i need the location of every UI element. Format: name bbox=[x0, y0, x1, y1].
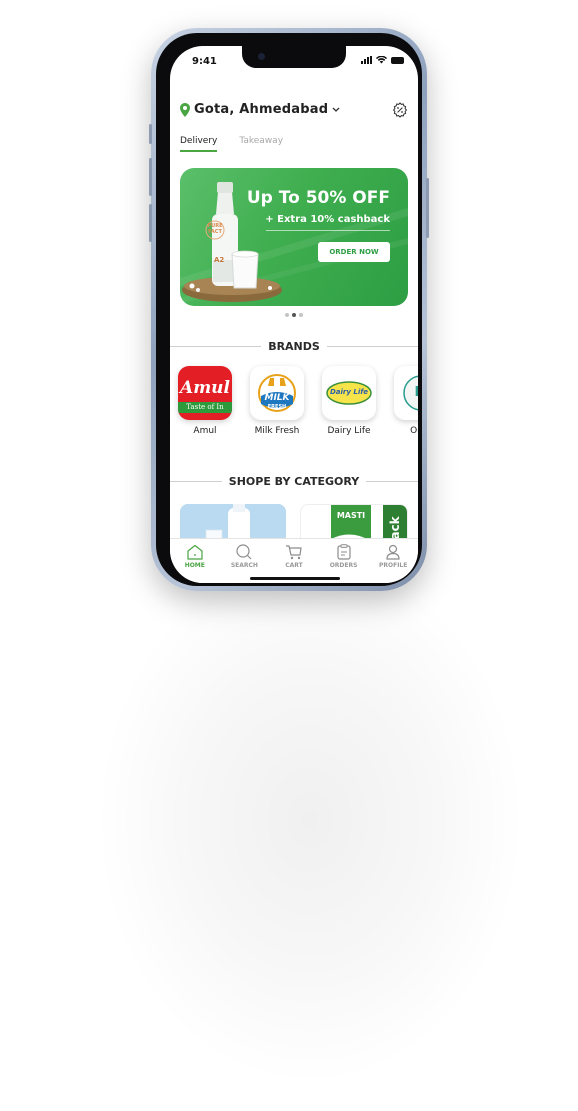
brand-item-dairy-life[interactable]: Dairy Life Dairy Life bbox=[322, 366, 376, 436]
power-button bbox=[426, 178, 429, 238]
organic-logo: M bbox=[394, 366, 418, 420]
settings-badge-icon[interactable] bbox=[392, 102, 408, 118]
front-camera bbox=[258, 53, 265, 60]
brand-item-milk-fresh[interactable]: MILK FRESH Milk Fresh bbox=[250, 366, 304, 436]
location-pin-icon bbox=[180, 102, 190, 117]
nav-home[interactable]: HOME bbox=[170, 539, 220, 583]
nav-profile[interactable]: PROFILE bbox=[368, 539, 418, 583]
battery-icon bbox=[391, 56, 404, 64]
mute-switch bbox=[149, 124, 152, 144]
phone-shadow bbox=[100, 560, 520, 1080]
search-icon bbox=[236, 544, 252, 560]
masti-text: MASTI bbox=[336, 511, 366, 520]
banner-subline: + Extra 10% cashback bbox=[265, 214, 390, 225]
banner-headline: Up To 50% OFF bbox=[246, 188, 390, 208]
order-mode-tabs: Delivery Takeaway bbox=[180, 136, 283, 152]
brand-label: Orga bbox=[410, 426, 418, 436]
brand-label: Milk Fresh bbox=[254, 426, 300, 436]
amul-logo: Amul Taste of In bbox=[178, 366, 232, 420]
location-selector[interactable]: Gota, Ahmedabad bbox=[180, 102, 340, 117]
app-screen: 9:41 Gota, Ahmedabad Delivery Takeaway P… bbox=[170, 46, 418, 583]
amul-logo-text: Amul bbox=[180, 378, 230, 398]
status-icons bbox=[361, 56, 404, 64]
tab-takeaway[interactable]: Takeaway bbox=[239, 136, 283, 152]
banner-divider bbox=[266, 230, 390, 231]
brand-label: Amul bbox=[193, 426, 217, 436]
organic-logo-text: M bbox=[394, 385, 418, 400]
signal-icon bbox=[361, 56, 372, 64]
nav-cart-label: CART bbox=[285, 562, 303, 569]
dairy-life-logo-text: Dairy Life bbox=[329, 388, 369, 396]
promo-banner[interactable]: PURE FACT A2 Up To 50% OFF + Extra 10% c… bbox=[180, 168, 408, 306]
cart-icon bbox=[285, 545, 302, 560]
nav-orders-label: ORDERS bbox=[329, 562, 358, 569]
carousel-indicator bbox=[170, 313, 418, 317]
profile-icon bbox=[386, 544, 400, 560]
carousel-dot-active[interactable] bbox=[292, 313, 296, 317]
dairy-life-logo: Dairy Life bbox=[322, 366, 376, 420]
tab-delivery[interactable]: Delivery bbox=[180, 136, 218, 152]
carousel-dot[interactable] bbox=[299, 313, 303, 317]
nav-home-label: HOME bbox=[184, 562, 205, 569]
volume-up-button bbox=[149, 158, 152, 196]
nav-search-label: SEARCH bbox=[230, 562, 258, 569]
home-icon bbox=[187, 544, 203, 560]
category-section-header: SHOPE BY CATEGORY bbox=[170, 475, 418, 488]
amul-logo-tagline: Taste of In bbox=[186, 403, 224, 411]
brand-item-amul[interactable]: Amul Taste of In Amul bbox=[178, 366, 232, 436]
phone-bezel: 9:41 Gota, Ahmedabad Delivery Takeaway P… bbox=[156, 33, 422, 586]
phone-frame: 9:41 Gota, Ahmedabad Delivery Takeaway P… bbox=[149, 28, 429, 591]
volume-down-button bbox=[149, 204, 152, 242]
location-label: Gota, Ahmedabad bbox=[194, 102, 329, 117]
nav-profile-label: PROFILE bbox=[378, 562, 408, 569]
notch bbox=[242, 46, 346, 68]
milk-fresh-logo-tagline: FRESH bbox=[267, 404, 287, 410]
chevron-down-icon bbox=[332, 107, 340, 112]
brands-list: Amul Taste of In Amul MILK FRESH Milk Fr… bbox=[178, 366, 418, 436]
orders-icon bbox=[336, 544, 351, 560]
status-time: 9:41 bbox=[192, 56, 217, 67]
carousel-dot[interactable] bbox=[285, 313, 289, 317]
brands-section-header: BRANDS bbox=[170, 340, 418, 353]
home-indicator[interactable] bbox=[250, 577, 340, 580]
brand-item-organic[interactable]: M Orga bbox=[394, 366, 418, 436]
order-now-button[interactable]: ORDER NOW bbox=[318, 242, 390, 262]
brand-label: Dairy Life bbox=[327, 426, 371, 436]
bottle-label: PURE FACT bbox=[207, 223, 223, 235]
bottle-label-a2: A2 bbox=[214, 256, 225, 264]
wifi-icon bbox=[376, 56, 387, 64]
category-title: SHOPE BY CATEGORY bbox=[228, 475, 360, 488]
milk-fresh-logo: MILK FRESH bbox=[250, 366, 304, 420]
brands-title: BRANDS bbox=[268, 340, 320, 353]
milk-fresh-logo-text: MILK bbox=[264, 393, 290, 403]
